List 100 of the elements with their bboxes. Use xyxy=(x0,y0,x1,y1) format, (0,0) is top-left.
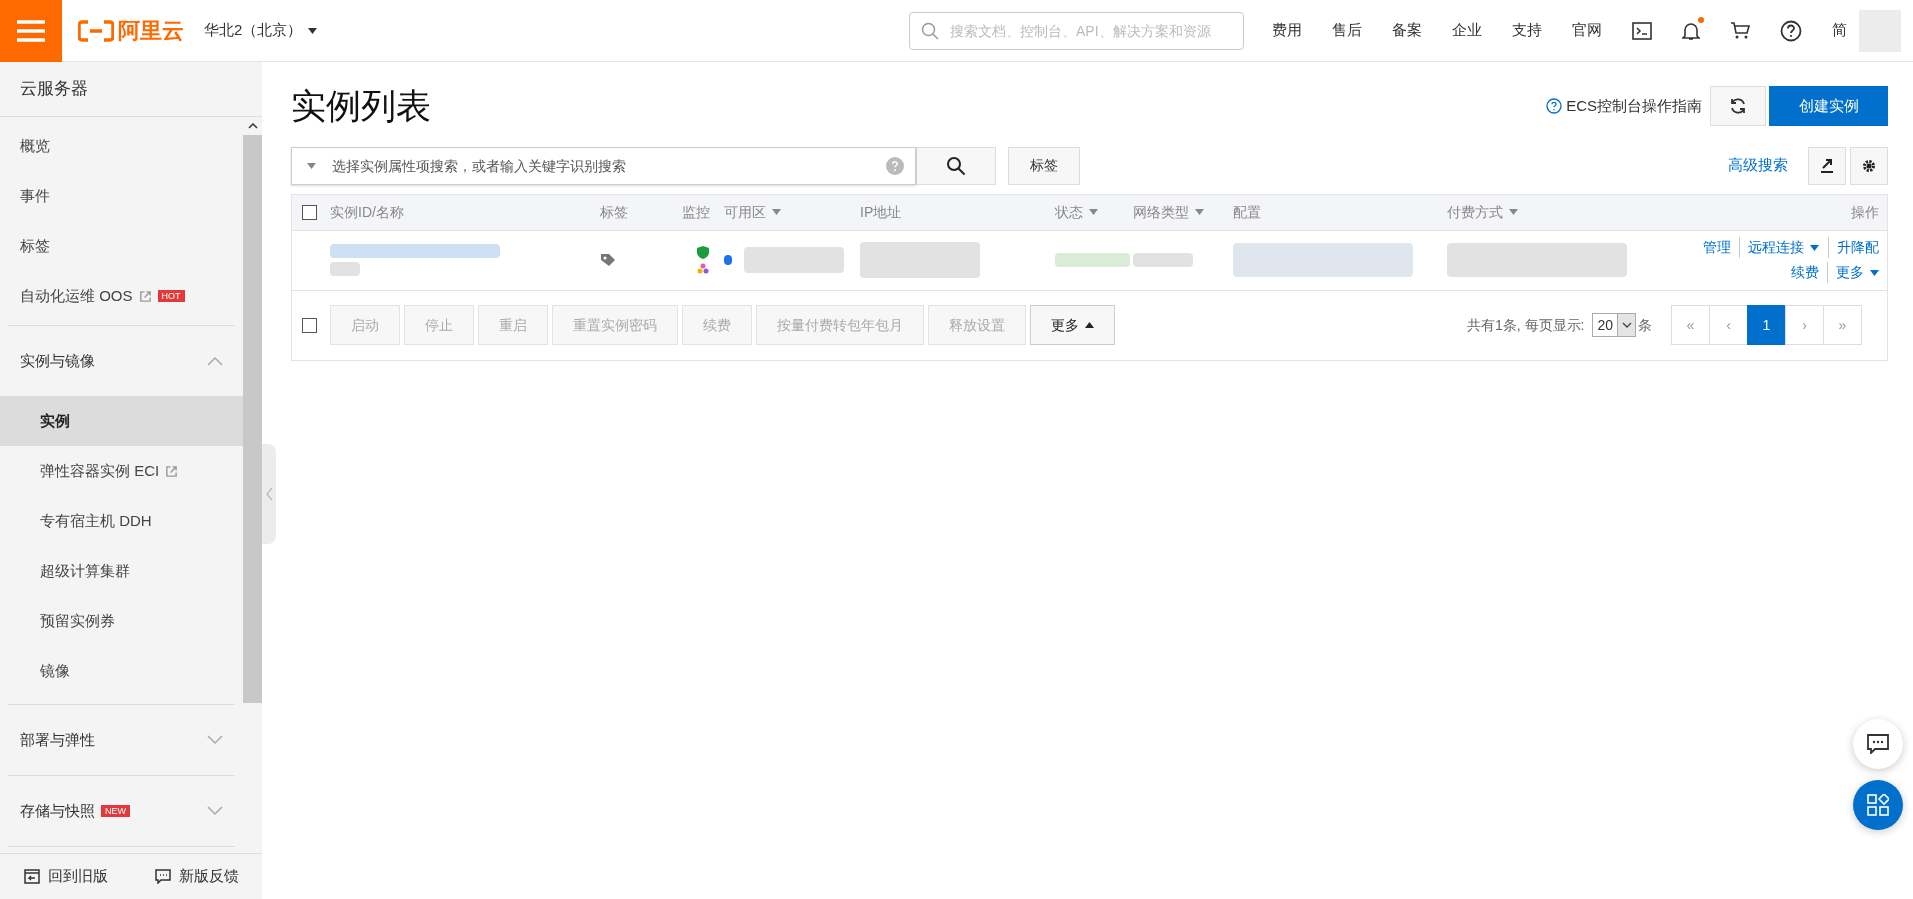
chevron-down-icon xyxy=(1621,322,1632,328)
redacted-block xyxy=(1133,253,1193,267)
collapse-handle[interactable] xyxy=(262,444,276,544)
help-icon xyxy=(1546,98,1563,115)
redacted-block xyxy=(724,255,732,265)
scrollbar-thumb[interactable] xyxy=(243,135,262,703)
sidebar-item[interactable]: 弹性容器实例 ECI xyxy=(0,446,243,496)
row-action-link[interactable]: 升降配 xyxy=(1828,237,1879,258)
caret-icon xyxy=(308,27,318,34)
row-action-link[interactable]: 管理 xyxy=(1703,237,1731,258)
nav-link[interactable]: 支持 xyxy=(1512,19,1542,42)
nav-link[interactable]: 备案 xyxy=(1392,19,1422,42)
search-field[interactable]: 搜索文档、控制台、API、解决方案和资源 xyxy=(909,11,1244,50)
terminal-icon[interactable] xyxy=(1632,21,1652,40)
column-header: 实例ID/名称 xyxy=(330,202,405,222)
caret-icon xyxy=(772,209,781,215)
flower-icon xyxy=(697,262,709,275)
bulk-action-button[interactable]: 更多 xyxy=(1030,305,1115,345)
instance-search-field[interactable]: 选择实例属性项搜索，或者输入关键字识别搜索 xyxy=(291,146,916,185)
sidebar-item[interactable]: 镜像 xyxy=(0,646,243,696)
search-icon xyxy=(946,155,966,176)
sidebar-item[interactable]: 概览 xyxy=(0,121,243,171)
badge: NEW xyxy=(101,805,130,817)
caret-icon xyxy=(307,162,316,169)
badge: HOT xyxy=(157,290,185,302)
export-button[interactable] xyxy=(1808,146,1846,185)
chevron-down-icon xyxy=(207,735,223,745)
column-header[interactable]: 状态 xyxy=(1055,201,1133,223)
nav-link[interactable]: 费用 xyxy=(1272,19,1302,42)
caret-icon xyxy=(1810,244,1819,251)
settings-button[interactable] xyxy=(1850,146,1888,185)
export-icon xyxy=(1819,157,1835,174)
sidebar-group-header[interactable]: 实例与镜像 xyxy=(0,326,243,396)
column-header: 操作 xyxy=(1851,202,1879,222)
bell-icon[interactable] xyxy=(1682,20,1700,41)
caret-icon xyxy=(1195,209,1204,215)
page-size-select[interactable]: 20 xyxy=(1592,313,1636,337)
external-link-icon xyxy=(165,464,179,478)
sidebar-title: 云服务器 xyxy=(0,62,262,117)
chevron-up-icon xyxy=(207,356,223,366)
chevron-left-icon xyxy=(265,487,273,501)
nav-link[interactable]: 售后 xyxy=(1332,19,1362,42)
refresh-icon xyxy=(1729,97,1747,116)
column-header: 监控 xyxy=(682,202,711,222)
nav-link[interactable]: 官网 xyxy=(1572,19,1602,42)
chat-icon xyxy=(1867,734,1889,754)
create-instance-button[interactable]: 创建实例 xyxy=(1769,86,1888,127)
logo-icon xyxy=(78,19,114,42)
apps-icon xyxy=(1867,794,1889,816)
sidebar-item[interactable]: 自动化运维 OOS HOT xyxy=(0,271,243,321)
row-action-link[interactable]: 更多 xyxy=(1827,262,1879,283)
menu-button[interactable] xyxy=(0,0,62,62)
caret-icon xyxy=(1509,209,1518,215)
sidebar-group-header[interactable]: 存储与快照 NEW xyxy=(0,776,243,846)
advanced-search-link[interactable]: 高级搜索 xyxy=(1728,154,1788,177)
sidebar-item[interactable]: 专有宿主机 DDH xyxy=(0,496,243,546)
menu-icon xyxy=(17,19,45,42)
checkbox[interactable] xyxy=(302,317,317,333)
page-button[interactable]: 1 xyxy=(1747,305,1786,345)
column-header: 标签 xyxy=(600,202,629,222)
sidebar-group-header[interactable]: 部署与弹性 xyxy=(0,705,243,775)
tag-filter-button[interactable]: 标签 xyxy=(1008,146,1080,185)
sidebar-item[interactable]: 预留实例券 xyxy=(0,596,243,646)
guide-link[interactable]: ECS控制台操作指南 xyxy=(1546,95,1702,118)
search-icon xyxy=(921,21,939,40)
page-size-unit: 条 xyxy=(1638,315,1652,335)
apps-button[interactable] xyxy=(1853,780,1903,830)
old-version-link[interactable]: 回到旧版 xyxy=(23,865,108,888)
checkbox[interactable] xyxy=(302,204,317,220)
column-header: IP地址 xyxy=(860,202,903,222)
sidebar-item[interactable]: 超级计算集群 xyxy=(0,546,243,596)
help-icon[interactable] xyxy=(1780,19,1802,42)
row-action-link[interactable]: 远程连接 xyxy=(1739,237,1819,258)
column-header: 配置 xyxy=(1233,202,1262,222)
sidebar-item[interactable]: 实例 xyxy=(0,396,243,446)
nav-link[interactable]: 企业 xyxy=(1452,19,1482,42)
help-icon xyxy=(886,156,904,175)
logo-text: 阿里云 xyxy=(118,17,184,45)
page-title: 实例列表 xyxy=(291,85,431,127)
redacted-block xyxy=(330,262,360,276)
sidebar-item[interactable]: 事件 xyxy=(0,171,243,221)
tag-icon[interactable] xyxy=(600,253,618,267)
comment-icon xyxy=(154,869,171,884)
caret-icon xyxy=(1085,322,1094,328)
external-link-icon xyxy=(138,289,152,303)
shield-icon xyxy=(697,245,709,259)
feedback-link[interactable]: 新版反馈 xyxy=(154,865,239,888)
sidebar-item[interactable]: 标签 xyxy=(0,221,243,271)
caret-icon xyxy=(1870,269,1879,276)
search-button[interactable] xyxy=(916,146,996,185)
caret-icon xyxy=(1089,209,1098,215)
region-selector[interactable]: 华北2（北京） xyxy=(204,19,318,42)
back-icon xyxy=(23,869,40,884)
cart-icon[interactable] xyxy=(1730,21,1750,40)
language-label[interactable]: 简 xyxy=(1832,19,1847,42)
chat-button[interactable] xyxy=(1853,719,1903,769)
refresh-button[interactable] xyxy=(1710,86,1766,127)
chevron-down-icon xyxy=(207,806,223,816)
settings-icon xyxy=(1862,158,1876,173)
row-action-link[interactable]: 续费 xyxy=(1791,262,1819,283)
